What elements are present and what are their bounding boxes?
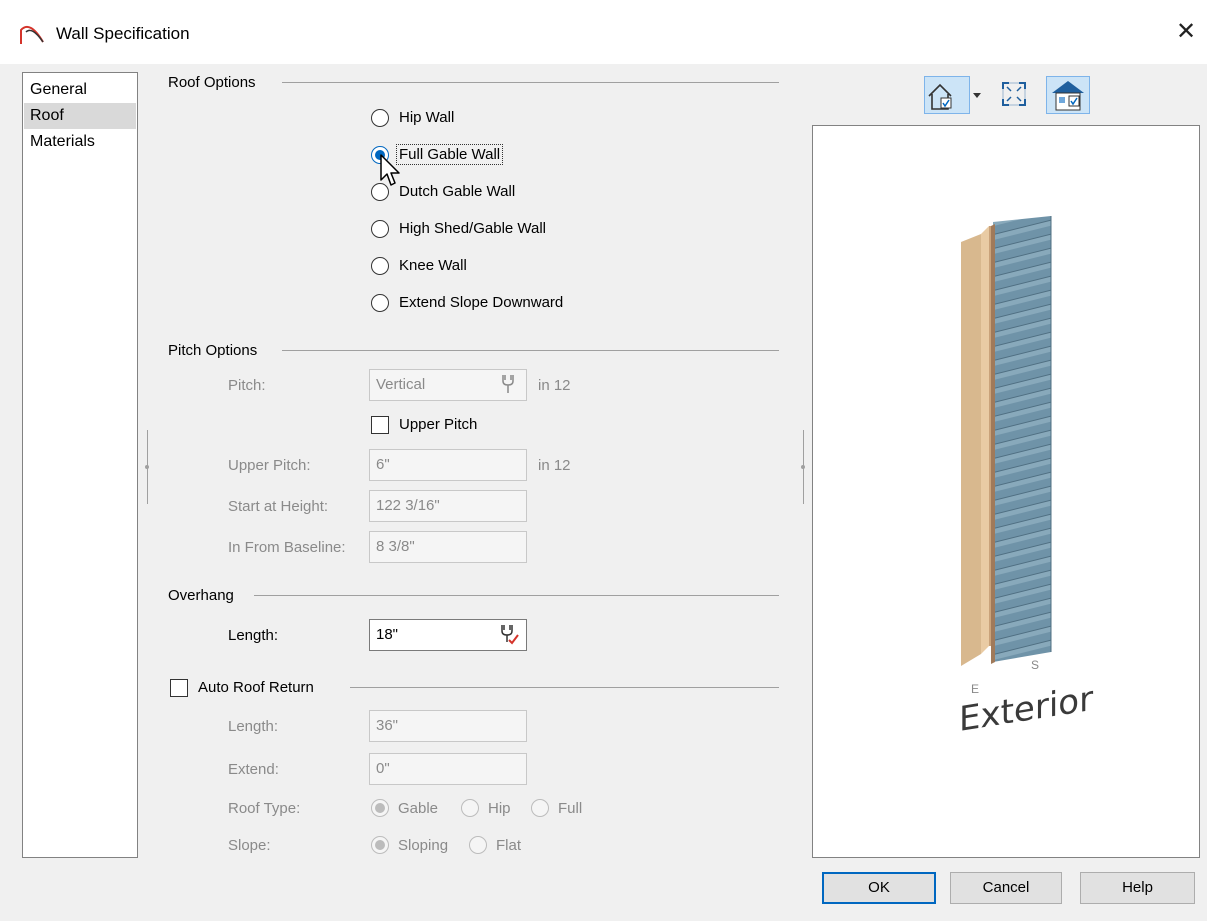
upper-pitch-checkbox[interactable] bbox=[371, 416, 389, 434]
nav-item-general[interactable]: General bbox=[24, 77, 136, 103]
dutch-gable-wall-label: Dutch Gable Wall bbox=[399, 183, 516, 200]
baseline-field[interactable]: 8 3/8" bbox=[369, 531, 527, 563]
upper-pitch-unit: in 12 bbox=[538, 457, 571, 474]
overhang-title: Overhang bbox=[168, 587, 234, 604]
overhang-length-value: 18" bbox=[376, 626, 399, 643]
right-splitter-grip bbox=[801, 465, 805, 469]
return-length-label: Length: bbox=[228, 718, 279, 735]
close-icon[interactable]: ✕ bbox=[1172, 18, 1200, 46]
slope-label: Slope: bbox=[228, 837, 271, 854]
return-length-value: 36" bbox=[376, 717, 399, 734]
upper-pitch-value: 6" bbox=[376, 456, 390, 473]
radio-slope-sloping[interactable] bbox=[371, 836, 389, 854]
wrench-icon[interactable] bbox=[497, 373, 519, 395]
hip-wall-label: Hip Wall bbox=[399, 109, 455, 126]
start-height-value: 122 3/16" bbox=[376, 497, 440, 514]
radio-slope-flat[interactable] bbox=[469, 836, 487, 854]
extend-field[interactable]: 0" bbox=[369, 753, 527, 785]
wall-preview[interactable]: E S Exterior bbox=[812, 125, 1200, 858]
overhang-length-label: Length: bbox=[228, 627, 279, 644]
start-height-label: Start at Height: bbox=[228, 498, 329, 515]
knee-wall-label: Knee Wall bbox=[399, 257, 467, 274]
window-title: Wall Specification bbox=[56, 24, 190, 43]
roof-type-hip-label: Hip bbox=[488, 800, 511, 817]
extend-label: Extend: bbox=[228, 761, 279, 778]
upper-pitch-field[interactable]: 6" bbox=[369, 449, 527, 481]
pitch-options-divider bbox=[282, 350, 779, 351]
upper-pitch-checkbox-label: Upper Pitch bbox=[399, 416, 478, 433]
ok-button[interactable]: OK bbox=[822, 872, 936, 904]
radio-hip-wall[interactable] bbox=[371, 109, 389, 127]
help-button[interactable]: Help bbox=[1080, 872, 1195, 904]
radio-roof-type-full[interactable] bbox=[531, 799, 549, 817]
house-view-icon[interactable] bbox=[1046, 76, 1090, 114]
roof-type-full-label: Full bbox=[558, 800, 583, 817]
upper-pitch-label: Upper Pitch: bbox=[228, 457, 311, 474]
pitch-unit: in 12 bbox=[538, 377, 571, 394]
auto-roof-return-checkbox[interactable] bbox=[170, 679, 188, 697]
roof-options-divider bbox=[282, 82, 779, 83]
radio-extend-slope-downward[interactable] bbox=[371, 294, 389, 312]
overhang-divider bbox=[254, 595, 779, 596]
roof-type-label: Roof Type: bbox=[228, 800, 301, 817]
baseline-value: 8 3/8" bbox=[376, 538, 415, 555]
radio-high-shed-gable-wall[interactable] bbox=[371, 220, 389, 238]
radio-roof-type-gable[interactable] bbox=[371, 799, 389, 817]
extend-value: 0" bbox=[376, 760, 390, 777]
pitch-label: Pitch: bbox=[228, 377, 266, 394]
roof-type-gable-label: Gable bbox=[398, 800, 439, 817]
nav-item-roof[interactable]: Roof bbox=[24, 103, 136, 129]
house-checkbox-icon[interactable] bbox=[924, 76, 970, 114]
nav-item-materials[interactable]: Materials bbox=[24, 129, 136, 155]
wrench-check-icon[interactable] bbox=[497, 623, 519, 645]
label-e: E bbox=[971, 682, 980, 696]
auto-roof-return-divider bbox=[350, 687, 779, 688]
wall-arc-icon bbox=[20, 26, 44, 44]
pitch-value: Vertical bbox=[376, 376, 426, 393]
baseline-label: In From Baseline: bbox=[228, 539, 346, 556]
return-length-field[interactable]: 36" bbox=[369, 710, 527, 742]
extend-slope-downward-label: Extend Slope Downward bbox=[399, 294, 564, 311]
left-splitter-grip bbox=[145, 465, 149, 469]
roof-options-title: Roof Options bbox=[168, 74, 256, 91]
auto-roof-return-title: Auto Roof Return bbox=[198, 679, 314, 696]
slope-flat-label: Flat bbox=[496, 837, 522, 854]
category-list[interactable]: General Roof Materials bbox=[22, 72, 138, 858]
slope-sloping-label: Sloping bbox=[398, 837, 449, 854]
high-shed-gable-wall-label: High Shed/Gable Wall bbox=[399, 220, 547, 237]
full-gable-wall-label: Full Gable Wall bbox=[396, 144, 504, 165]
pitch-options-title: Pitch Options bbox=[168, 342, 258, 359]
dropdown-arrow-icon[interactable] bbox=[972, 92, 982, 100]
cancel-button[interactable]: Cancel bbox=[950, 872, 1062, 904]
wall-3d-render bbox=[961, 216, 1052, 666]
label-s: S bbox=[1031, 658, 1040, 672]
cursor-pointer-icon bbox=[380, 154, 400, 186]
fit-view-icon[interactable] bbox=[1000, 80, 1028, 108]
start-height-field[interactable]: 122 3/16" bbox=[369, 490, 527, 522]
radio-knee-wall[interactable] bbox=[371, 257, 389, 275]
radio-roof-type-hip[interactable] bbox=[461, 799, 479, 817]
